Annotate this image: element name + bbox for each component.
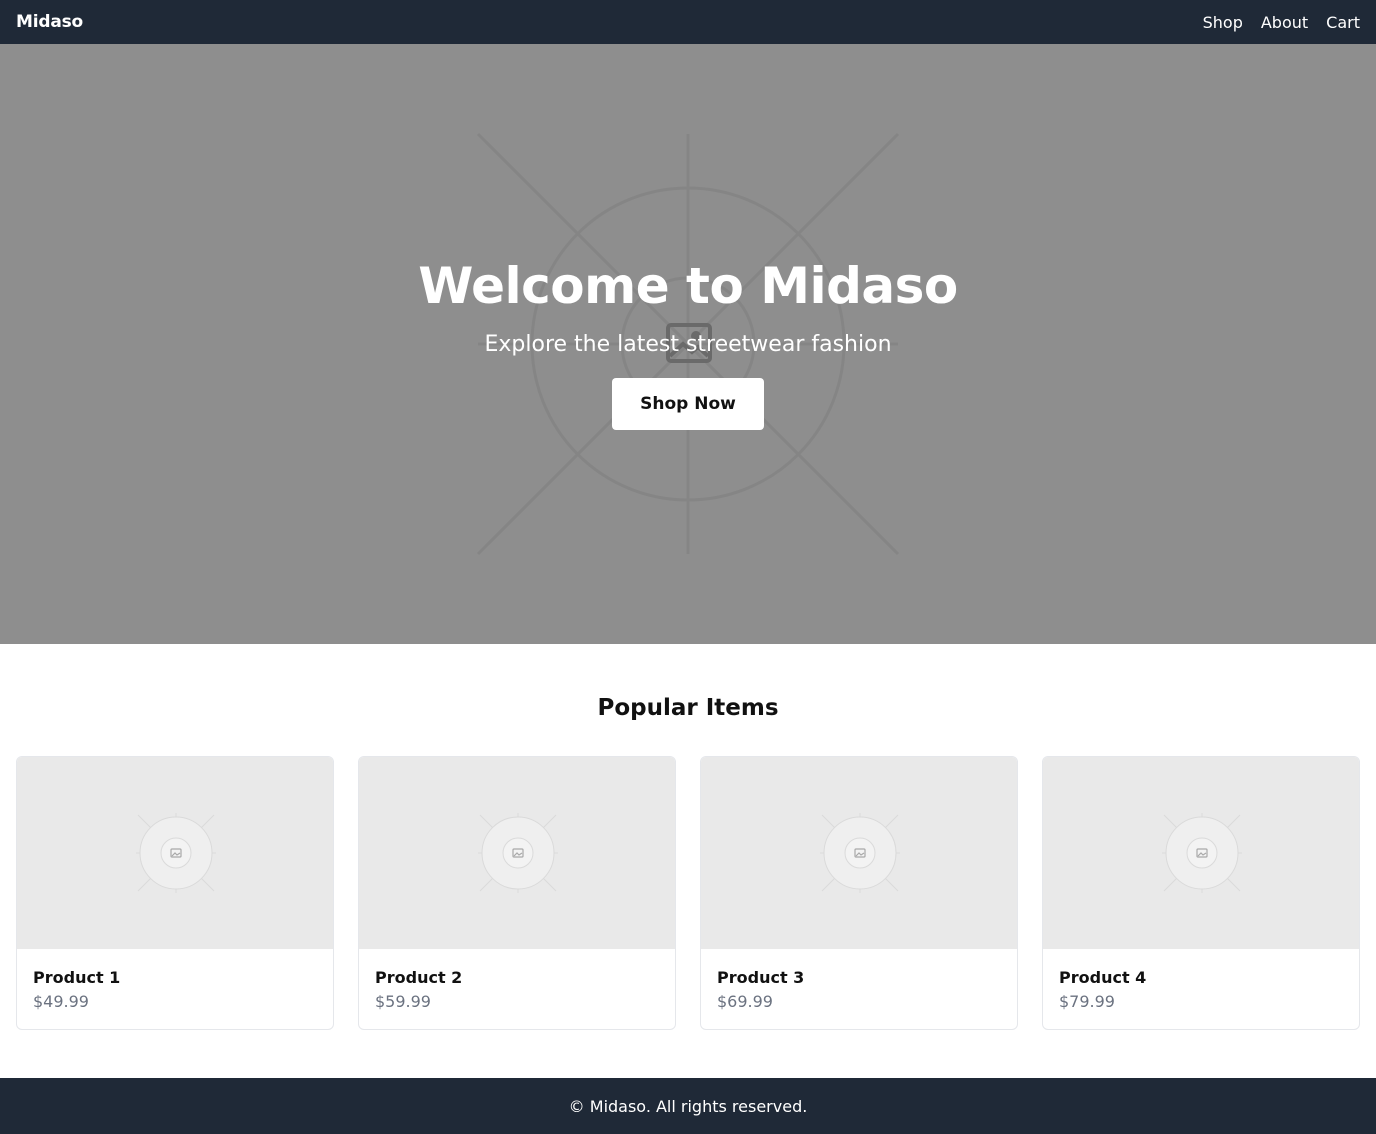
card-body: Product 1 $49.99 — [17, 949, 333, 1013]
image-placeholder-icon — [17, 757, 333, 949]
image-placeholder-icon — [701, 757, 1017, 949]
nav-link-about[interactable]: About — [1261, 13, 1308, 32]
shop-now-button[interactable]: Shop Now — [612, 378, 764, 430]
product-card[interactable]: Product 2 $59.99 — [358, 756, 676, 1030]
hero-title: Welcome to Midaso — [418, 257, 958, 315]
product-card[interactable]: Product 4 $79.99 — [1042, 756, 1360, 1030]
hero-content: Welcome to Midaso Explore the latest str… — [0, 254, 1376, 430]
product-name: Product 3 — [717, 968, 805, 987]
product-price: $79.99 — [1059, 992, 1115, 1011]
nav-link-cart[interactable]: Cart — [1326, 13, 1360, 32]
product-name: Product 4 — [1059, 968, 1147, 987]
brand-logo[interactable]: Midaso — [16, 12, 83, 32]
image-placeholder-icon — [359, 757, 675, 949]
popular-items-section: Popular Items Product 1 $49.99 Product 2… — [0, 644, 1376, 1030]
product-grid: Product 1 $49.99 Product 2 $59.99 Produc… — [0, 756, 1376, 1030]
card-body: Product 3 $69.99 — [701, 949, 1017, 1013]
nav-link-shop[interactable]: Shop — [1203, 13, 1243, 32]
card-body: Product 4 $79.99 — [1043, 949, 1359, 1013]
card-body: Product 2 $59.99 — [359, 949, 675, 1013]
product-price: $49.99 — [33, 992, 89, 1011]
site-footer: © Midaso. All rights reserved. — [0, 1078, 1376, 1134]
product-price: $69.99 — [717, 992, 773, 1011]
hero-subtitle: Explore the latest streetwear fashion — [484, 332, 892, 357]
nav-links: Shop About Cart — [1203, 13, 1360, 32]
top-navbar: Midaso Shop About Cart — [0, 0, 1376, 44]
product-card[interactable]: Product 1 $49.99 — [16, 756, 334, 1030]
product-name: Product 1 — [33, 968, 121, 987]
image-placeholder-icon — [1043, 757, 1359, 949]
section-title: Popular Items — [597, 695, 779, 721]
hero-banner: Welcome to Midaso Explore the latest str… — [0, 44, 1376, 644]
product-name: Product 2 — [375, 968, 463, 987]
product-price: $59.99 — [375, 992, 431, 1011]
copyright-text: © Midaso. All rights reserved. — [568, 1096, 808, 1116]
product-card[interactable]: Product 3 $69.99 — [700, 756, 1018, 1030]
